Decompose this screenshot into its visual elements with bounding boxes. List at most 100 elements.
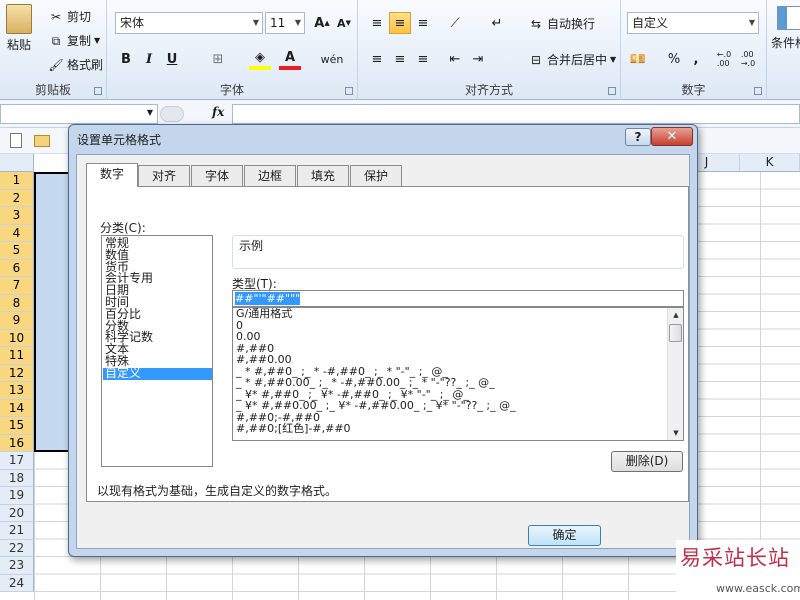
font-name-combo[interactable]: 宋体 ▼ xyxy=(115,12,263,34)
name-box[interactable]: ▼ xyxy=(0,104,158,124)
row-header[interactable]: 9 xyxy=(0,312,34,330)
comma-button[interactable]: , xyxy=(685,48,707,70)
bold-button[interactable]: B xyxy=(115,48,137,70)
tab-font[interactable]: 字体 xyxy=(191,165,243,186)
tab-border[interactable]: 边框 xyxy=(244,165,296,186)
paste-button[interactable]: 粘贴 xyxy=(6,4,32,53)
tab-alignment[interactable]: 对齐 xyxy=(138,165,190,186)
phonetic-button[interactable]: wén xyxy=(321,48,344,70)
help-button[interactable]: ? xyxy=(625,128,651,146)
select-all-corner[interactable] xyxy=(0,154,34,172)
category-item[interactable]: 自定义 xyxy=(103,367,212,380)
row-header[interactable]: 23 xyxy=(0,557,34,575)
column-header[interactable]: K xyxy=(740,154,800,172)
dialog-launcher-icon[interactable] xyxy=(754,87,762,95)
row-header[interactable]: 6 xyxy=(0,259,34,277)
row-header[interactable]: 7 xyxy=(0,277,34,295)
row-header[interactable]: 19 xyxy=(0,487,34,505)
increase-decimal-button[interactable]: ←.0 .00 xyxy=(713,48,735,70)
delete-button[interactable]: 删除(D) xyxy=(611,451,683,472)
scroll-up-icon[interactable]: ▲ xyxy=(668,308,683,322)
new-document-icon[interactable] xyxy=(10,133,22,148)
decrease-indent-button[interactable]: ⇤ xyxy=(444,48,466,70)
cut-button[interactable]: ✂ 剪切 xyxy=(48,8,91,25)
dialog-launcher-icon[interactable] xyxy=(345,87,353,95)
merge-center-button[interactable]: ⊟ 合并后居中 ▼ xyxy=(528,51,616,68)
format-code-item[interactable]: #,##0 xyxy=(233,342,683,355)
ok-button[interactable]: 确定 xyxy=(528,525,601,546)
orientation-button[interactable]: ⟋ xyxy=(444,12,466,34)
wrap-icon[interactable]: ↵ xyxy=(486,12,508,34)
format-list-scrollbar[interactable]: ▲ ▼ xyxy=(667,308,683,440)
formula-input[interactable] xyxy=(232,104,800,124)
row-header[interactable]: 11 xyxy=(0,347,34,365)
row-header[interactable]: 17 xyxy=(0,452,34,470)
formula-bar-divider[interactable] xyxy=(160,106,184,122)
conditional-format-button[interactable]: 条件格 xyxy=(771,6,800,51)
italic-button[interactable]: I xyxy=(138,48,160,70)
row-header[interactable]: 15 xyxy=(0,417,34,435)
row-header[interactable]: 22 xyxy=(0,539,34,557)
format-code-item[interactable]: _ ¥* #,##0.00_ ;_ ¥* -#,##0.00_ ;_ ¥* "-… xyxy=(233,400,683,412)
category-list[interactable]: 常规 数值 货币 会计专用 日期 时间 百分比 分数 科学记数 文本 特殊 自定义 xyxy=(101,235,213,467)
format-code-item[interactable]: _ * #,##0.00_ ;_ * -#,##0.00_ ;_ * "-"??… xyxy=(233,377,683,389)
close-button[interactable]: ✕ xyxy=(651,127,693,146)
wrap-text-button[interactable]: ⇆ 自动换行 xyxy=(528,15,595,32)
tab-fill[interactable]: 填充 xyxy=(297,165,349,186)
copy-button[interactable]: ⧉ 复制 ▼ xyxy=(48,32,100,49)
row-header[interactable]: 20 xyxy=(0,504,34,522)
scroll-down-icon[interactable]: ▼ xyxy=(668,426,683,440)
font-size-combo[interactable]: 11 ▼ xyxy=(265,12,305,34)
decrease-decimal-button[interactable]: .00 →.0 xyxy=(737,48,759,70)
currency-button[interactable]: 💴 xyxy=(627,48,649,70)
folder-icon[interactable] xyxy=(34,135,50,147)
row-header[interactable]: 1 xyxy=(0,172,34,190)
chevron-down-icon[interactable]: ▼ xyxy=(94,36,100,45)
row-header[interactable]: 16 xyxy=(0,434,34,452)
delete-button-label: 删除(D) xyxy=(625,454,669,468)
chevron-down-icon[interactable]: ▼ xyxy=(147,108,153,117)
tab-protection[interactable]: 保护 xyxy=(350,165,402,186)
shrink-font-button[interactable]: A ▼ xyxy=(333,12,355,34)
row-header[interactable]: 12 xyxy=(0,364,34,382)
underline-button[interactable]: U xyxy=(161,48,183,70)
row-header[interactable]: 21 xyxy=(0,522,34,540)
align-left-button[interactable]: ≡ xyxy=(366,48,388,70)
format-code-item[interactable]: #,##0;[红色]-#,##0 xyxy=(233,423,683,435)
row-header[interactable]: 8 xyxy=(0,294,34,312)
chevron-down-icon[interactable]: ▼ xyxy=(610,55,616,64)
align-right-button[interactable]: ≡ xyxy=(412,48,434,70)
border-button[interactable]: ⊞ xyxy=(207,48,229,70)
grow-font-button[interactable]: A ▲ xyxy=(311,12,333,34)
align-top-button[interactable]: ≡ xyxy=(366,12,388,34)
align-center-button[interactable]: ≡ xyxy=(389,48,411,70)
format-painter-button[interactable]: 🖌 格式刷 xyxy=(48,56,103,73)
format-code-item[interactable]: G/通用格式 xyxy=(233,308,683,320)
row-header[interactable]: 10 xyxy=(0,329,34,347)
row-header[interactable]: 14 xyxy=(0,399,34,417)
row-header[interactable]: 5 xyxy=(0,242,34,260)
row-header[interactable]: 4 xyxy=(0,224,34,242)
row-header[interactable]: 18 xyxy=(0,469,34,487)
type-input[interactable]: ##"'"##""" xyxy=(232,290,684,307)
align-middle-button[interactable]: ≡ xyxy=(389,12,411,34)
format-code-item[interactable]: 0.00 xyxy=(233,331,683,343)
number-format-combo[interactable]: 自定义 ▼ xyxy=(627,12,759,34)
row-header[interactable]: 13 xyxy=(0,382,34,400)
scroll-thumb[interactable] xyxy=(669,324,682,342)
percent-button[interactable]: % xyxy=(663,48,685,70)
format-code-list[interactable]: G/通用格式 0 0.00 #,##0 #,##0.00 _ * #,##0_ ;_ * … xyxy=(232,307,684,441)
format-code-item[interactable]: 0 xyxy=(233,319,683,332)
row-header[interactable]: 2 xyxy=(0,189,34,207)
row-header[interactable]: 24 xyxy=(0,574,34,592)
fill-color-button[interactable]: ◈ xyxy=(249,48,271,70)
dialog-launcher-icon[interactable] xyxy=(608,87,616,95)
font-color-button[interactable]: A xyxy=(279,48,301,70)
increase-indent-button[interactable]: ⇥ xyxy=(467,48,489,70)
tab-number[interactable]: 数字 xyxy=(86,163,138,187)
format-code-item[interactable]: #,##0.00 xyxy=(233,354,683,366)
insert-function-button[interactable]: fx xyxy=(212,105,224,119)
align-bottom-button[interactable]: ≡ xyxy=(412,12,434,34)
dialog-launcher-icon[interactable] xyxy=(94,87,102,95)
row-header[interactable]: 3 xyxy=(0,207,34,225)
